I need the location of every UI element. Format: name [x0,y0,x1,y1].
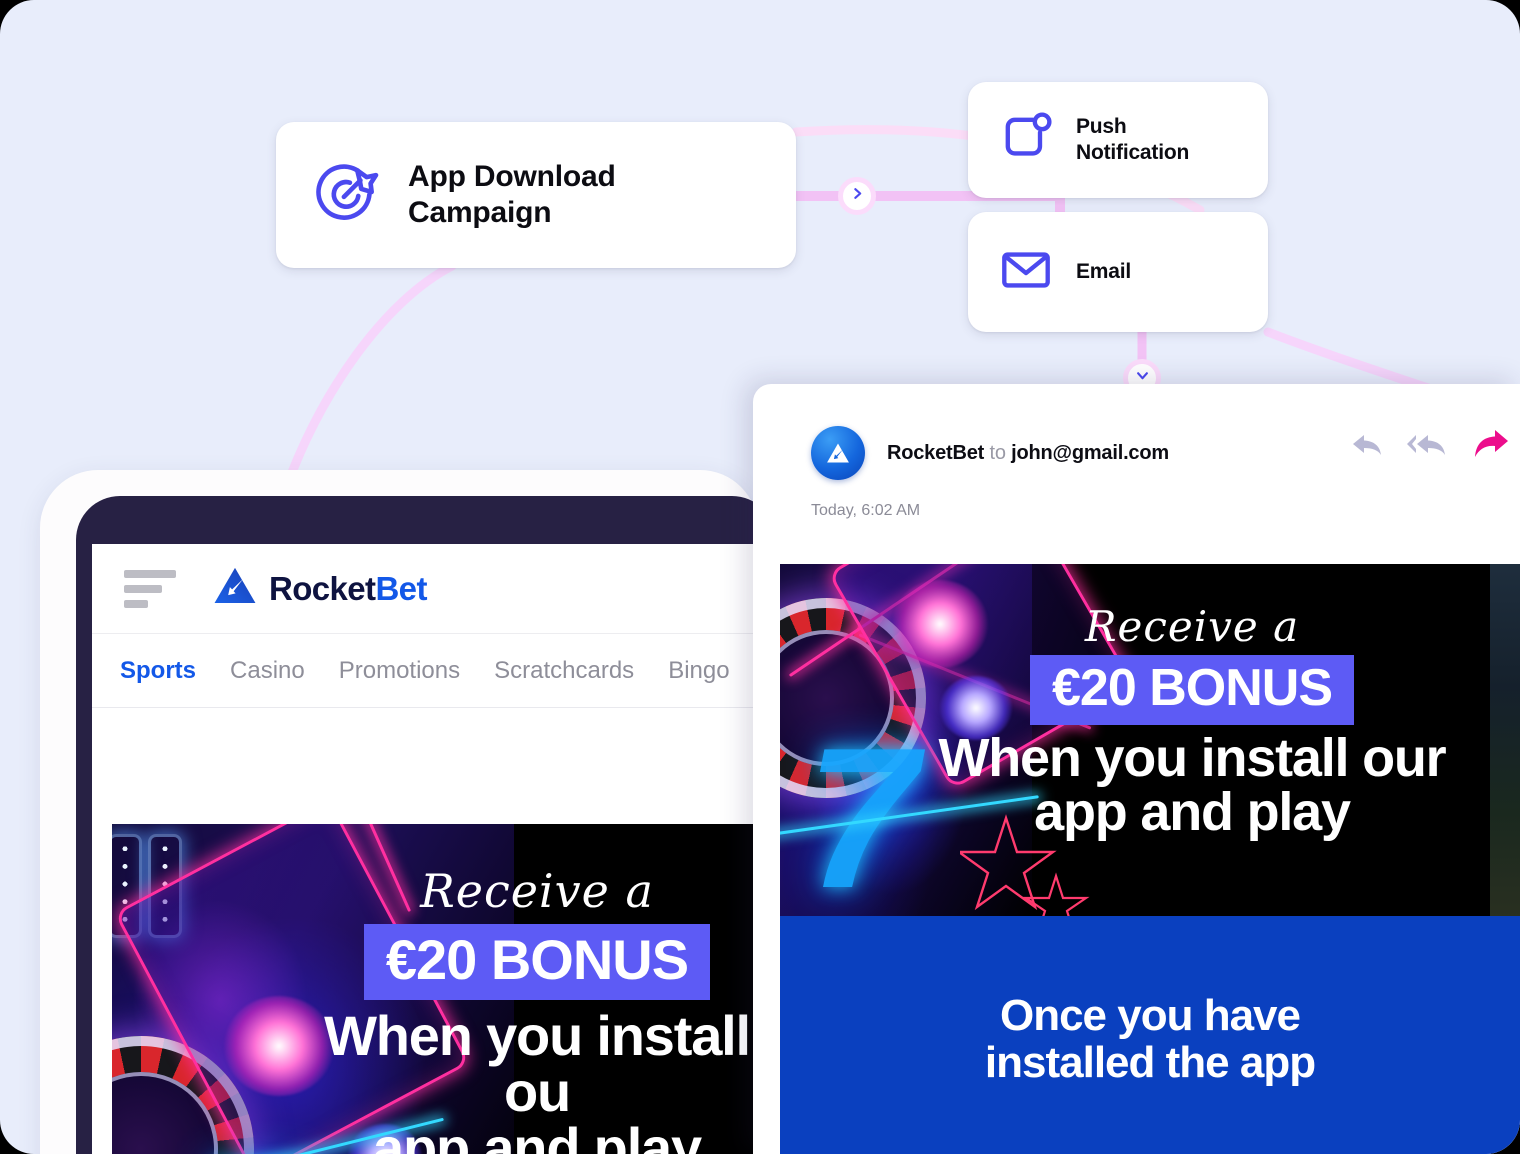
tab-bingo[interactable]: Bingo [668,657,729,685]
email-sender-name: RocketBet [887,441,985,464]
tablet-screen: RocketBet Sports Casino Promotions Scrat… [92,544,782,1154]
banner-install-line-2: app and play [373,1116,702,1154]
rocketbet-topbar: RocketBet [92,544,782,634]
chevron-right-icon [851,187,864,205]
tablet-banner-copy: Receive a €20 BONUS When you install ou … [302,864,772,1154]
email-card-label: Email [1076,260,1132,283]
email-bonus-badge: €20 BONUS [1030,655,1354,725]
email-sender-row: RocketBet to john@gmail.com [811,426,1169,480]
tab-promotions[interactable]: Promotions [339,657,460,685]
push-notification-icon [998,110,1054,171]
email-to-word: to [989,441,1006,464]
email-footer-block: Once you have installed the app [780,916,1520,1154]
email-recipient: john@gmail.com [1011,441,1169,464]
tab-scratchcards[interactable]: Scratchcards [494,657,634,685]
push-card-label: Push Notification [1076,115,1190,164]
reply-arrow-icon[interactable] [1350,430,1384,460]
email-client-window: RocketBet to john@gmail.com Today, 6:02 … [753,384,1520,1154]
rocketbet-nav-tabs: Sports Casino Promotions Scratchcards Bi… [92,634,782,708]
card-push-notification[interactable]: Push Notification [968,82,1268,198]
email-footer-text: Once you have installed the app [780,992,1520,1086]
email-banner-install-line-1: When you install our [938,728,1446,788]
forward-arrow-icon[interactable] [1472,428,1512,462]
hamburger-menu-icon[interactable] [124,569,176,608]
email-banner-copy: Receive a €20 BONUS When you install our… [892,602,1492,839]
card-email-channel[interactable]: Email [968,212,1268,332]
email-promo-banner[interactable]: 7 Receive a €20 BONUS When you install o… [780,564,1520,916]
tab-sports[interactable]: Sports [120,657,196,685]
email-action-bar [1350,428,1512,462]
tab-casino[interactable]: Casino [230,657,305,685]
bonus-badge: €20 BONUS [363,924,711,1000]
email-header: RocketBet to john@gmail.com Today, 6:02 … [753,384,1520,564]
rocketbet-avatar-icon [811,426,865,480]
reply-all-arrow-icon[interactable] [1406,430,1450,460]
target-rocket-icon [310,157,382,234]
email-footer-line-2: installed the app [984,1038,1316,1088]
email-timestamp: Today, 6:02 AM [811,502,921,519]
email-footer-line-1: Once you have [999,991,1301,1040]
flow-builder-canvas: App Download Campaign Push Notification … [0,0,1520,1154]
rocketbet-logo[interactable]: RocketBet [210,561,427,616]
email-banner-install-line-2: app and play [1034,782,1351,842]
rocketbet-logo-icon [210,561,260,616]
rocketbet-wordmark: RocketBet [269,569,427,607]
tablet-device-mockup: RocketBet Sports Casino Promotions Scrat… [40,470,782,1154]
tablet-promo-banner[interactable]: 7 Receive a €20 BONUS When you install o… [112,824,782,1154]
banner-install-line-1: When you install ou [324,1004,751,1123]
banner-script-line: Receive a [420,864,654,918]
flow-node-split[interactable] [838,177,876,215]
envelope-icon [998,242,1054,303]
email-sender-text: RocketBet to john@gmail.com [887,442,1169,465]
campaign-card-label: App Download Campaign [408,160,616,229]
card-app-download-campaign[interactable]: App Download Campaign [276,122,796,268]
email-banner-script-line: Receive a [1084,602,1300,651]
